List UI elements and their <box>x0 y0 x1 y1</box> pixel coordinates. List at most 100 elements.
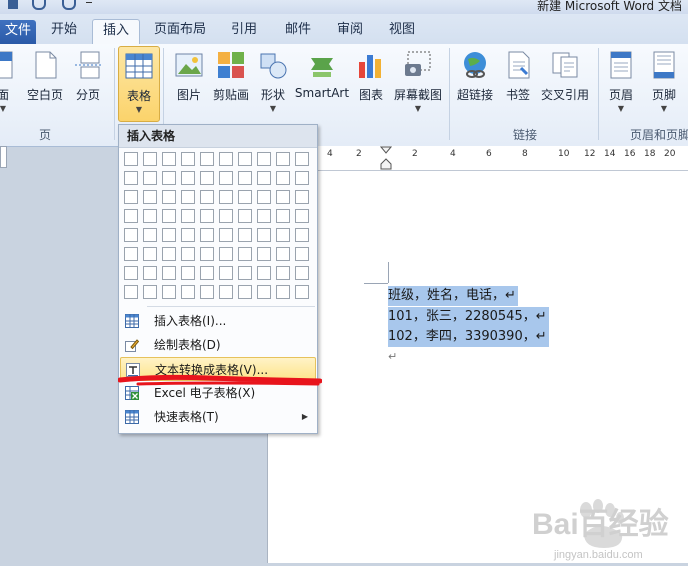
redo-icon[interactable] <box>62 0 76 10</box>
grid-cell[interactable] <box>219 266 233 280</box>
grid-cell[interactable] <box>295 247 309 261</box>
grid-cell[interactable] <box>200 152 214 166</box>
grid-cell[interactable] <box>276 247 290 261</box>
blank-page-button[interactable]: 空白页 <box>24 46 66 120</box>
document-line-1[interactable]: 班级，姓名，电话，↵ <box>388 286 518 306</box>
undo-icon[interactable] <box>32 0 46 10</box>
grid-cell[interactable] <box>238 285 252 299</box>
grid-cell[interactable] <box>276 190 290 204</box>
grid-cell[interactable] <box>162 228 176 242</box>
grid-cell[interactable] <box>124 190 138 204</box>
document-line-2[interactable]: 101，张三，2280545，↵ <box>388 307 549 327</box>
customize-toolbar-icon[interactable] <box>86 2 92 3</box>
grid-cell[interactable] <box>143 247 157 261</box>
grid-cell[interactable] <box>124 171 138 185</box>
grid-cell[interactable] <box>143 171 157 185</box>
tab-page-layout[interactable]: 页面布局 <box>148 19 212 43</box>
grid-cell[interactable] <box>124 247 138 261</box>
grid-cell[interactable] <box>219 190 233 204</box>
grid-cell[interactable] <box>257 190 271 204</box>
tab-insert[interactable]: 插入 <box>92 19 140 44</box>
smartart-button[interactable]: SmartArt <box>294 46 350 120</box>
grid-cell[interactable] <box>143 209 157 223</box>
grid-cell[interactable] <box>124 266 138 280</box>
grid-cell[interactable] <box>219 209 233 223</box>
insert-table-item[interactable]: 插入表格(I)... <box>120 309 316 333</box>
grid-cell[interactable] <box>295 285 309 299</box>
grid-cell[interactable] <box>200 209 214 223</box>
screenshot-button[interactable]: 屏幕截图 ▼ <box>392 46 444 120</box>
grid-cell[interactable] <box>162 152 176 166</box>
grid-cell[interactable] <box>295 209 309 223</box>
grid-cell[interactable] <box>276 171 290 185</box>
grid-cell[interactable] <box>276 209 290 223</box>
grid-cell[interactable] <box>181 152 195 166</box>
grid-cell[interactable] <box>238 152 252 166</box>
grid-cell[interactable] <box>162 266 176 280</box>
grid-cell[interactable] <box>257 247 271 261</box>
grid-cell[interactable] <box>200 228 214 242</box>
picture-button[interactable]: 图片 <box>170 46 208 120</box>
grid-cell[interactable] <box>295 171 309 185</box>
grid-cell[interactable] <box>295 266 309 280</box>
grid-cell[interactable] <box>219 247 233 261</box>
grid-cell[interactable] <box>162 247 176 261</box>
page-break-button[interactable]: 分页 <box>70 46 106 120</box>
table-size-grid[interactable] <box>124 152 314 300</box>
grid-cell[interactable] <box>181 209 195 223</box>
cover-page-button[interactable]: 面 ▼ <box>0 46 18 120</box>
grid-cell[interactable] <box>200 171 214 185</box>
grid-cell[interactable] <box>162 190 176 204</box>
grid-cell[interactable] <box>162 209 176 223</box>
indent-marker-icon[interactable] <box>380 146 392 170</box>
grid-cell[interactable] <box>124 228 138 242</box>
grid-cell[interactable] <box>124 209 138 223</box>
grid-cell[interactable] <box>181 228 195 242</box>
draw-table-item[interactable]: 绘制表格(D) <box>120 333 316 357</box>
grid-cell[interactable] <box>143 285 157 299</box>
grid-cell[interactable] <box>219 285 233 299</box>
tab-view[interactable]: 视图 <box>380 19 424 43</box>
grid-cell[interactable] <box>257 228 271 242</box>
document-line-3[interactable]: 102，李四，3390390，↵ <box>388 327 549 347</box>
grid-cell[interactable] <box>143 152 157 166</box>
header-button[interactable]: 页眉 ▼ <box>602 46 640 120</box>
grid-cell[interactable] <box>181 171 195 185</box>
grid-cell[interactable] <box>238 266 252 280</box>
grid-cell[interactable] <box>276 152 290 166</box>
grid-cell[interactable] <box>257 285 271 299</box>
grid-cell[interactable] <box>257 266 271 280</box>
grid-cell[interactable] <box>181 247 195 261</box>
grid-cell[interactable] <box>181 266 195 280</box>
tab-review[interactable]: 审阅 <box>328 19 372 43</box>
grid-cell[interactable] <box>200 266 214 280</box>
save-icon[interactable] <box>8 0 18 9</box>
grid-cell[interactable] <box>238 228 252 242</box>
grid-cell[interactable] <box>238 190 252 204</box>
grid-cell[interactable] <box>295 152 309 166</box>
grid-cell[interactable] <box>276 285 290 299</box>
chart-button[interactable]: 图表 <box>352 46 390 120</box>
quick-tables-item[interactable]: 快速表格(T) ▶ <box>120 405 316 429</box>
table-button[interactable]: 表格 ▼ <box>118 46 160 122</box>
horizontal-ruler[interactable]: 4 2 2 4 6 8 10 12 14 16 18 20 <box>318 146 688 171</box>
grid-cell[interactable] <box>238 209 252 223</box>
shapes-button[interactable]: 形状 ▼ <box>254 46 292 120</box>
grid-cell[interactable] <box>181 190 195 204</box>
grid-cell[interactable] <box>143 266 157 280</box>
grid-cell[interactable] <box>200 247 214 261</box>
grid-cell[interactable] <box>124 152 138 166</box>
grid-cell[interactable] <box>295 190 309 204</box>
grid-cell[interactable] <box>238 247 252 261</box>
grid-cell[interactable] <box>219 228 233 242</box>
grid-cell[interactable] <box>238 171 252 185</box>
clip-art-button[interactable]: 剪贴画 <box>210 46 252 120</box>
grid-cell[interactable] <box>181 285 195 299</box>
grid-cell[interactable] <box>276 228 290 242</box>
grid-cell[interactable] <box>162 285 176 299</box>
cross-reference-button[interactable]: 交叉引用 <box>538 46 592 120</box>
grid-cell[interactable] <box>257 209 271 223</box>
hyperlink-button[interactable]: 超链接 <box>454 46 496 120</box>
grid-cell[interactable] <box>219 152 233 166</box>
tab-references[interactable]: 引用 <box>222 19 266 43</box>
